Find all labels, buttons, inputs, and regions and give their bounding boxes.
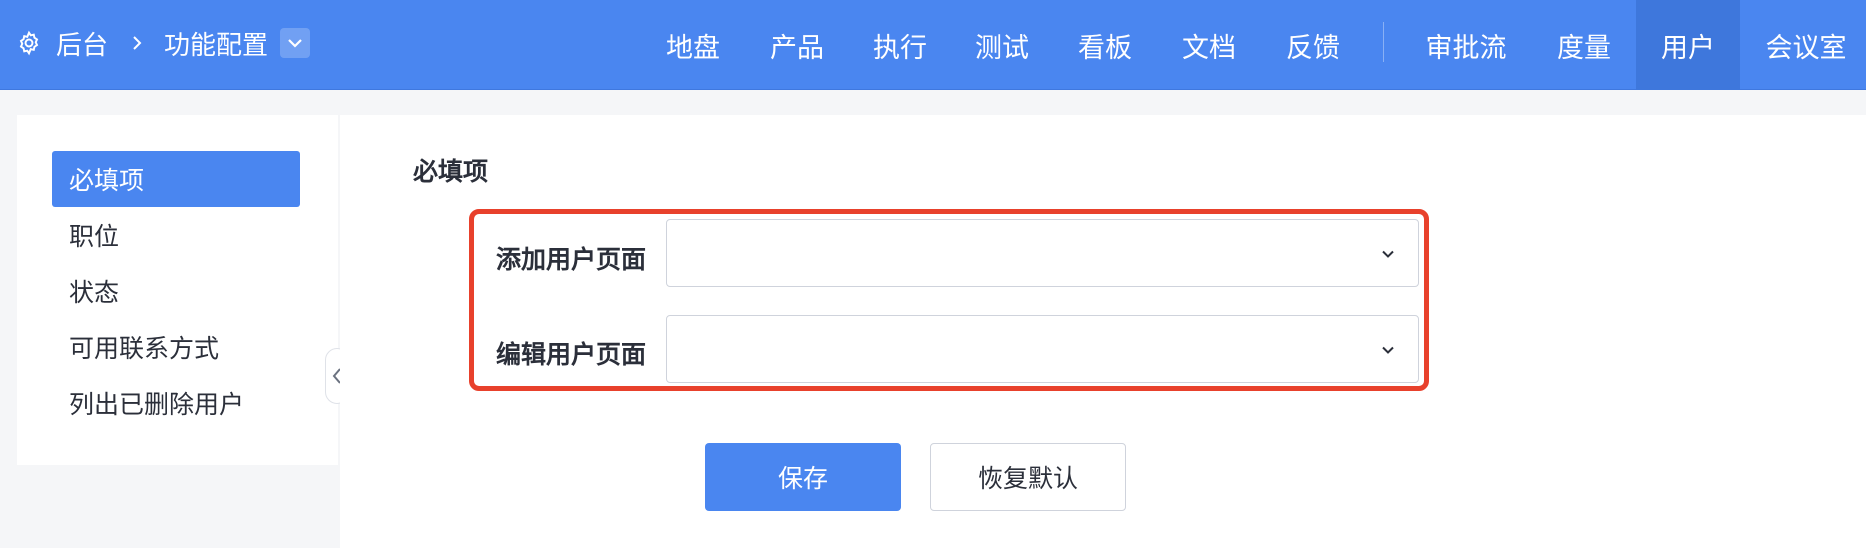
nav-item-user[interactable]: 用户 xyxy=(1636,0,1740,90)
sidebar-item-position[interactable]: 职位 xyxy=(52,207,300,263)
sidebar-item-list-deleted-users[interactable]: 列出已删除用户 xyxy=(52,375,300,431)
nav-item-execution[interactable]: 执行 xyxy=(857,0,943,90)
nav-item-doc[interactable]: 文档 xyxy=(1166,0,1252,90)
top-navbar: 后台 功能配置 地盘 产品 执行 测试 看板 文档 反馈 审批流 度量 用户 会… xyxy=(0,0,1866,90)
sidebar-item-status[interactable]: 状态 xyxy=(52,263,300,319)
nav-item-product[interactable]: 产品 xyxy=(754,0,840,90)
add-user-page-select[interactable] xyxy=(666,219,1419,287)
chevron-down-icon xyxy=(1380,342,1396,358)
nav-item-test[interactable]: 测试 xyxy=(959,0,1045,90)
chevron-down-icon xyxy=(1380,246,1396,262)
nav-item-feedback[interactable]: 反馈 xyxy=(1270,0,1356,90)
sidebar-item-required-fields[interactable]: 必填项 xyxy=(52,151,300,207)
edit-user-page-label: 编辑用户页面 xyxy=(496,340,647,369)
required-fields-panel: 必填项 添加用户页面 编辑用户页面 保存 恢复默认 xyxy=(340,115,1866,548)
nav-divider xyxy=(1383,22,1384,62)
add-user-page-label: 添加用户页面 xyxy=(496,245,647,274)
save-button[interactable]: 保存 xyxy=(705,443,901,511)
nav-item-dipan[interactable]: 地盘 xyxy=(650,0,736,90)
nav-item-approval-flow[interactable]: 审批流 xyxy=(1412,0,1520,90)
edit-user-page-select[interactable] xyxy=(666,315,1419,383)
reset-default-button[interactable]: 恢复默认 xyxy=(930,443,1126,511)
nav-item-metrics[interactable]: 度量 xyxy=(1540,0,1628,90)
section-title: 必填项 xyxy=(413,157,489,186)
settings-sidebar: 必填项 职位 状态 可用联系方式 列出已删除用户 xyxy=(17,115,338,465)
nav-item-meeting-room[interactable]: 会议室 xyxy=(1752,0,1860,90)
sidebar-item-contact-methods[interactable]: 可用联系方式 xyxy=(52,319,300,375)
nav-item-kanban[interactable]: 看板 xyxy=(1062,0,1148,90)
main-nav: 地盘 产品 执行 测试 看板 文档 反馈 审批流 度量 用户 会议室 xyxy=(0,0,1866,90)
